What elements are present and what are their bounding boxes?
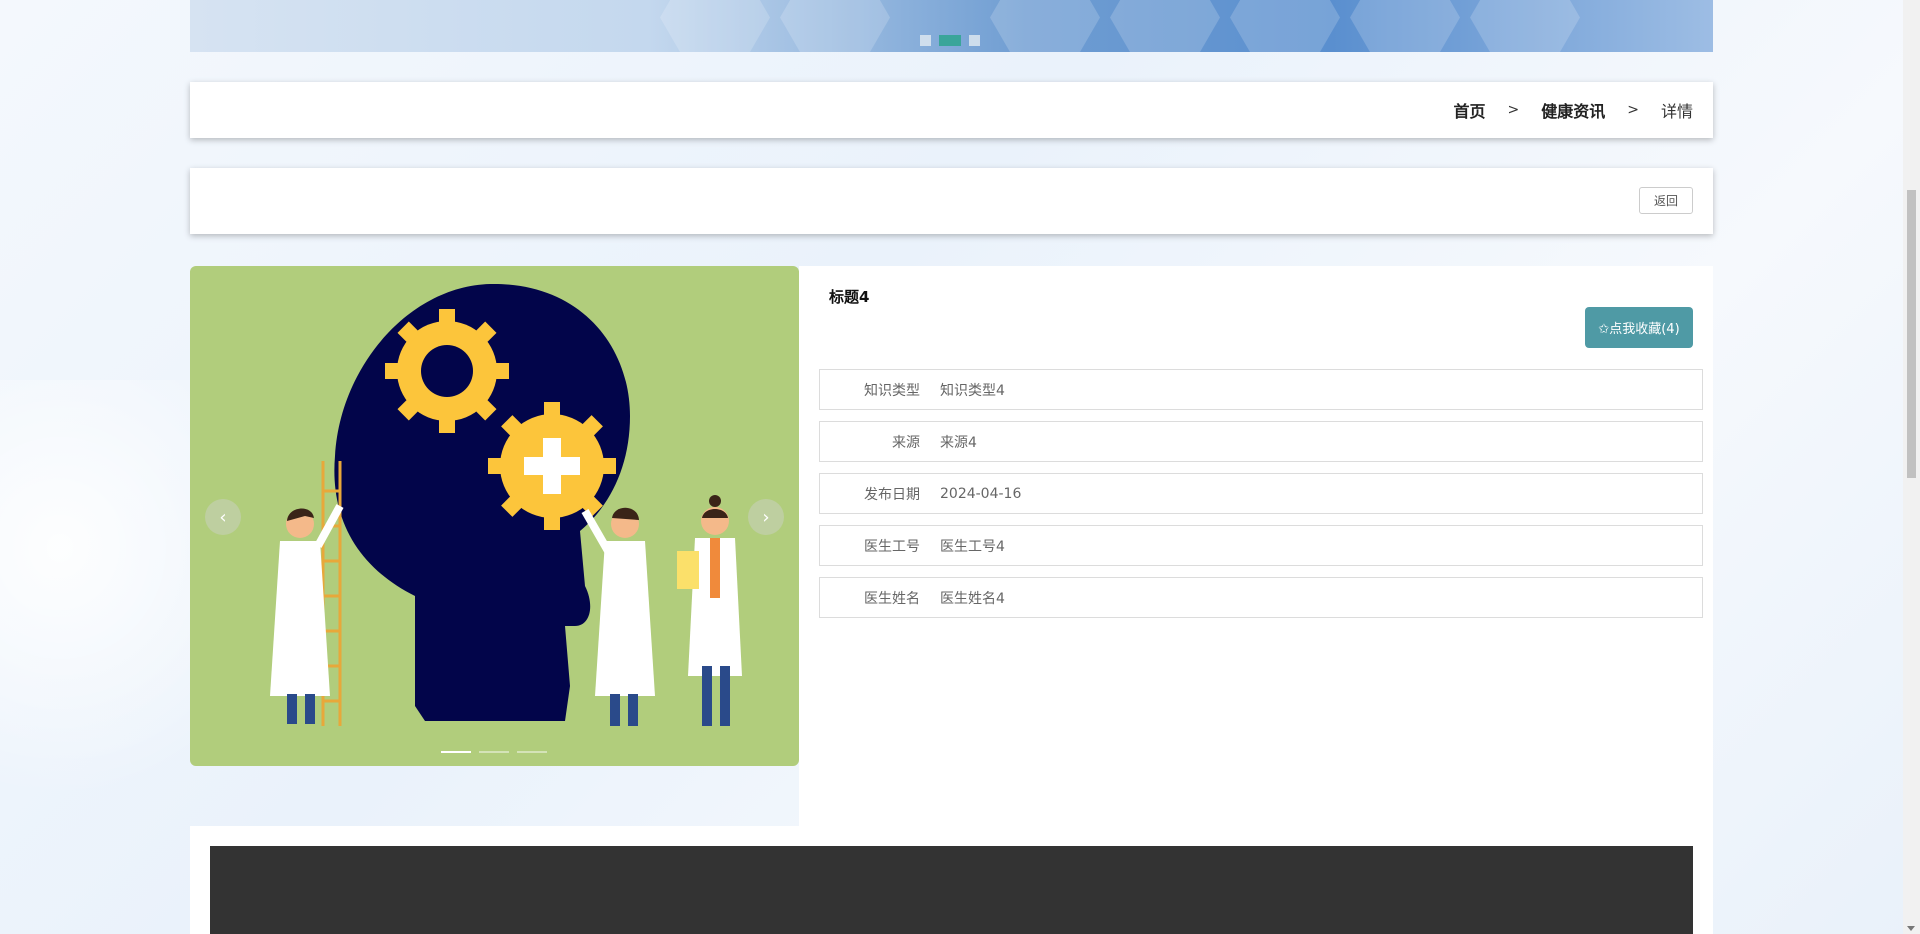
carousel-indicator-active[interactable] xyxy=(441,751,471,753)
banner-indicator[interactable] xyxy=(920,35,931,46)
breadcrumb: 首页 > 健康资讯 > 详情 xyxy=(1453,82,1693,138)
field-label: 医生工号 xyxy=(864,538,920,555)
banner-hex-shape xyxy=(1230,0,1340,52)
field-label: 来源 xyxy=(892,434,920,451)
page-scrollbar[interactable] xyxy=(1903,0,1920,934)
field-label: 知识类型 xyxy=(864,382,920,399)
field-knowledge-type: 知识类型 知识类型4 xyxy=(819,369,1703,410)
footer-area xyxy=(190,826,1713,934)
field-label: 发布日期 xyxy=(864,486,920,503)
carousel-prev-button[interactable]: ‹ xyxy=(205,499,241,535)
breadcrumb-current: 详情 xyxy=(1660,102,1693,121)
banner-hex-shape xyxy=(1110,0,1220,52)
scroll-down-arrow-icon[interactable] xyxy=(1907,926,1915,931)
top-banner xyxy=(190,0,1713,52)
carousel-indicator[interactable] xyxy=(517,751,547,753)
detail-fields: 知识类型 知识类型4 来源 来源4 发布日期 2024-04-16 医生工号 医… xyxy=(819,369,1703,629)
favorite-button[interactable]: ✩点我收藏(4) xyxy=(1585,307,1693,348)
banner-hex-shape xyxy=(660,0,770,52)
banner-hex-shape xyxy=(990,0,1100,52)
scrollbar-thumb[interactable] xyxy=(1907,190,1916,478)
detail-section: ‹ › 标题4 ✩点我收藏(4) 知识类型 知识类型4 来源 来源4 发布日期 … xyxy=(190,266,1713,826)
field-doctor-name: 医生姓名 医生姓名4 xyxy=(819,577,1703,618)
breadcrumb-home-link[interactable]: 首页 xyxy=(1453,98,1485,122)
banner-indicator-active[interactable] xyxy=(939,35,961,46)
breadcrumb-bar: 首页 > 健康资讯 > 详情 xyxy=(190,82,1713,138)
breadcrumb-separator: > xyxy=(1627,102,1639,118)
field-source: 来源 来源4 xyxy=(819,421,1703,462)
footer-dark-block xyxy=(210,846,1693,934)
field-value: 知识类型4 xyxy=(940,382,1005,399)
carousel-indicator[interactable] xyxy=(479,751,509,753)
field-value: 医生姓名4 xyxy=(940,590,1005,607)
field-value: 2024-04-16 xyxy=(940,485,1022,502)
article-title: 标题4 xyxy=(829,288,870,306)
detail-info-panel: 标题4 ✩点我收藏(4) 知识类型 知识类型4 来源 来源4 发布日期 2024… xyxy=(799,266,1713,826)
banner-indicators xyxy=(920,35,980,46)
field-publish-date: 发布日期 2024-04-16 xyxy=(819,473,1703,514)
field-value: 来源4 xyxy=(940,434,977,451)
breadcrumb-section-link[interactable]: 健康资讯 xyxy=(1541,98,1605,122)
banner-hex-shape xyxy=(1470,0,1580,52)
breadcrumb-separator: > xyxy=(1507,102,1520,118)
carousel-next-button[interactable]: › xyxy=(748,499,784,535)
action-bar: 返回 xyxy=(190,168,1713,234)
field-value: 医生工号4 xyxy=(940,538,1005,555)
field-label: 医生姓名 xyxy=(864,590,920,607)
banner-hex-shape xyxy=(1350,0,1460,52)
banner-hex-shape xyxy=(780,0,890,52)
image-carousel: ‹ › xyxy=(190,266,799,766)
field-doctor-id: 医生工号 医生工号4 xyxy=(819,525,1703,566)
banner-indicator[interactable] xyxy=(969,35,980,46)
carousel-indicators xyxy=(441,751,547,753)
health-illustration xyxy=(270,283,742,726)
back-button[interactable]: 返回 xyxy=(1639,187,1693,214)
